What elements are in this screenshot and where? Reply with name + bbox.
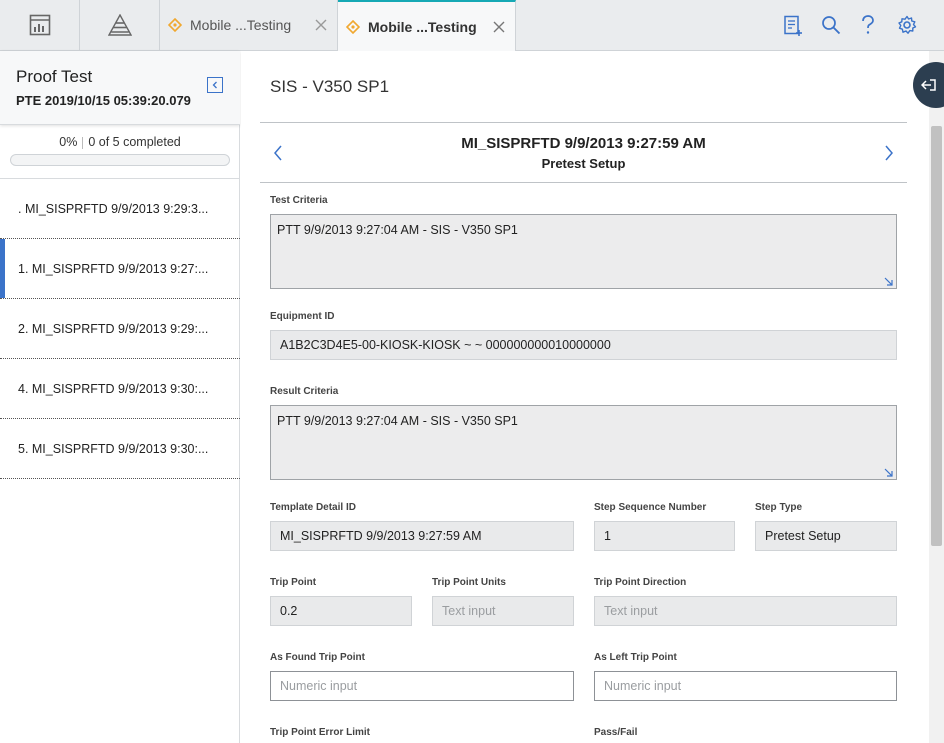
trip-point-field[interactable]: 0.2 [270,596,412,626]
trip-point-label: Trip Point [270,577,317,588]
trip-point-error-limit-label: Trip Point Error Limit [270,727,371,738]
step-list-item[interactable]: 4. MI_SISPRFTD 9/9/2013 9:30:... [0,359,240,419]
progress-text: 0% 0 of 5 completed [0,135,240,149]
next-record-button[interactable] [884,145,894,161]
trip-point-units-placeholder: Text input [442,604,496,618]
step-type-field[interactable]: Pretest Setup [755,521,897,551]
pyramid-icon [107,14,132,36]
step-label: 4. MI_SISPRFTD 9/9/2013 9:30:... [18,382,209,396]
dashboard-button[interactable] [0,0,80,50]
as-left-trip-point-placeholder: Numeric input [604,679,682,693]
pass-fail-label: Pass/Fail [594,727,638,738]
step-sequence-number-label: Step Sequence Number [594,502,707,513]
gear-icon[interactable] [897,15,917,35]
tab-mobile-testing-2[interactable]: Mobile ...Testing [338,0,516,51]
equipment-id-label: Equipment ID [270,311,335,322]
step-list-item[interactable]: . MI_SISPRFTD 9/9/2013 9:29:3... [0,179,240,239]
as-left-trip-point-label: As Left Trip Point [594,652,677,663]
panel-subtitle: PTE 2019/10/15 05:39:20.079 [16,93,191,108]
asset-hierarchy-button[interactable] [80,0,160,50]
top-bar: Mobile ...Testing Mobile ...Testing [0,0,944,51]
divider [82,136,84,149]
result-criteria-value: PTT 9/9/2013 9:27:04 AM - SIS - V350 SP1 [277,414,518,428]
close-icon[interactable] [493,21,505,33]
trip-point-direction-label: Trip Point Direction [594,577,687,588]
progress-percent: 0% [59,135,78,149]
step-list-item-selected[interactable]: 1. MI_SISPRFTD 9/9/2013 9:27:... [0,239,240,299]
equipment-id-field[interactable]: A1B2C3D4E5-00-KIOSK-KIOSK ~ ~ 0000000000… [270,330,897,360]
sign-out-icon [921,78,937,92]
scrollbar-thumb[interactable] [931,126,942,546]
record-title: MI_SISPRFTD 9/9/2013 9:27:59 AM [461,135,706,152]
search-icon[interactable] [821,15,841,35]
page-title: SIS - V350 SP1 [270,77,390,96]
progress-count: 0 of 5 completed [88,135,181,149]
test-criteria-value: PTT 9/9/2013 9:27:04 AM - SIS - V350 SP1 [277,223,518,237]
diamond-icon [346,19,360,34]
trip-point-units-label: Trip Point Units [432,577,506,588]
step-sequence-number-field[interactable]: 1 [594,521,735,551]
step-label: 5. MI_SISPRFTD 9/9/2013 9:30:... [18,442,209,456]
resize-handle-icon[interactable] [884,276,894,286]
result-criteria-label: Result Criteria [270,386,339,397]
chevron-left-icon [211,81,219,89]
trip-point-direction-field[interactable]: Text input [594,596,897,626]
panel-title: Proof Test [16,67,93,86]
as-found-trip-point-label: As Found Trip Point [270,652,365,663]
template-detail-id-value: MI_SISPRFTD 9/9/2013 9:27:59 AM [280,529,482,543]
left-panel: Proof Test PTE 2019/10/15 05:39:20.079 0… [0,51,240,743]
tab-mobile-testing-1[interactable]: Mobile ...Testing [160,0,338,50]
as-found-trip-point-input[interactable]: Numeric input [270,671,574,701]
step-label: 1. MI_SISPRFTD 9/9/2013 9:27:... [18,262,209,276]
as-left-trip-point-input[interactable]: Numeric input [594,671,897,701]
close-icon[interactable] [315,19,327,31]
step-type-value: Pretest Setup [765,529,841,543]
template-detail-id-label: Template Detail ID [270,502,356,513]
test-criteria-label: Test Criteria [270,195,328,206]
as-found-trip-point-placeholder: Numeric input [280,679,358,693]
result-criteria-field[interactable]: PTT 9/9/2013 9:27:04 AM - SIS - V350 SP1 [270,405,897,480]
trip-point-value: 0.2 [280,604,298,618]
dashboard-icon [29,14,51,36]
diamond-icon [168,18,182,32]
progress-bar [10,154,230,166]
record-navigator: MI_SISPRFTD 9/9/2013 9:27:59 AM Pretest … [260,122,907,183]
template-detail-id-field[interactable]: MI_SISPRFTD 9/9/2013 9:27:59 AM [270,521,574,551]
collapse-panel-button[interactable] [207,77,223,93]
left-panel-header: Proof Test PTE 2019/10/15 05:39:20.079 [0,51,240,125]
main-content: SIS - V350 SP1 MI_SISPRFTD 9/9/2013 9:27… [241,51,929,743]
step-label: 2. MI_SISPRFTD 9/9/2013 9:29:... [18,322,209,336]
step-type-label: Step Type [755,502,803,513]
step-sequence-number-value: 1 [604,529,611,543]
help-icon[interactable] [860,15,876,35]
record-subtitle: Pretest Setup [541,156,626,171]
step-list-item[interactable]: 5. MI_SISPRFTD 9/9/2013 9:30:... [0,419,240,479]
equipment-id-value: A1B2C3D4E5-00-KIOSK-KIOSK ~ ~ 0000000000… [280,338,611,352]
step-list-item[interactable]: 2. MI_SISPRFTD 9/9/2013 9:29:... [0,299,240,359]
tab-label: Mobile ...Testing [190,17,292,33]
trip-point-units-field[interactable]: Text input [432,596,574,626]
step-label: . MI_SISPRFTD 9/9/2013 9:29:3... [18,202,209,216]
test-criteria-field[interactable]: PTT 9/9/2013 9:27:04 AM - SIS - V350 SP1 [270,214,897,289]
resize-handle-icon[interactable] [884,467,894,477]
add-note-icon[interactable] [783,15,803,37]
trip-point-direction-placeholder: Text input [604,604,658,618]
tab-label: Mobile ...Testing [368,18,477,35]
